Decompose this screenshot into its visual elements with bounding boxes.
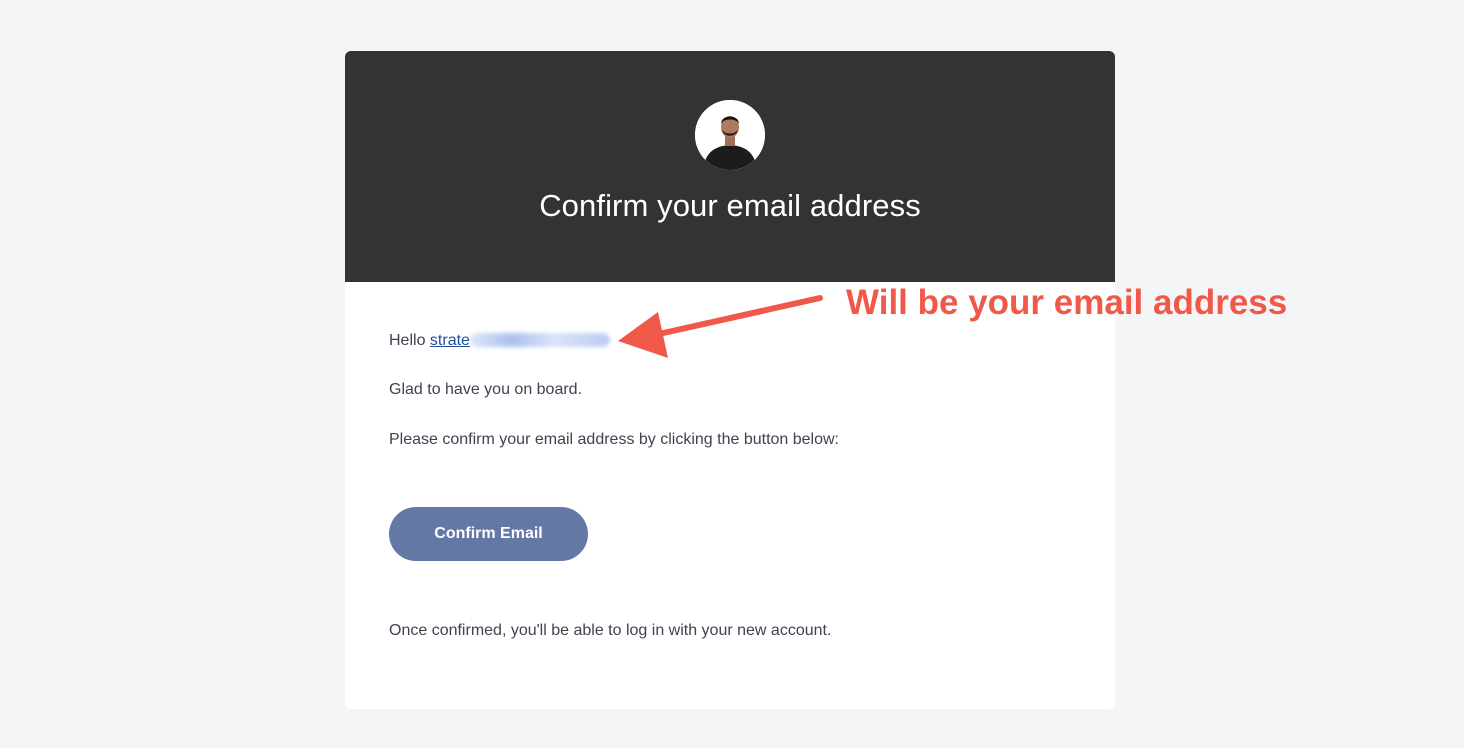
email-card: Confirm your email address Hello strate …	[345, 51, 1115, 709]
redacted-email-blur	[469, 333, 610, 347]
greeting-text: Hello	[389, 332, 426, 349]
welcome-text: Glad to have you on board.	[389, 381, 583, 398]
confirm-email-button[interactable]: Confirm Email	[389, 507, 588, 561]
avatar	[695, 100, 765, 170]
annotation-label: Will be your email address	[846, 283, 1288, 322]
arrow-pointer-icon	[618, 295, 823, 358]
profile-photo-icon	[695, 100, 765, 170]
greeting-line: Hello strate	[389, 331, 610, 351]
instruction-text: Please confirm your email address by cli…	[389, 431, 839, 448]
email-header: Confirm your email address	[345, 51, 1115, 282]
email-address-prefix: strate	[429, 332, 470, 349]
after-confirm-text: Once confirmed, you'll be able to log in…	[389, 622, 832, 639]
header-title: Confirm your email address	[539, 188, 921, 223]
email-address-link[interactable]: strate	[430, 332, 610, 349]
